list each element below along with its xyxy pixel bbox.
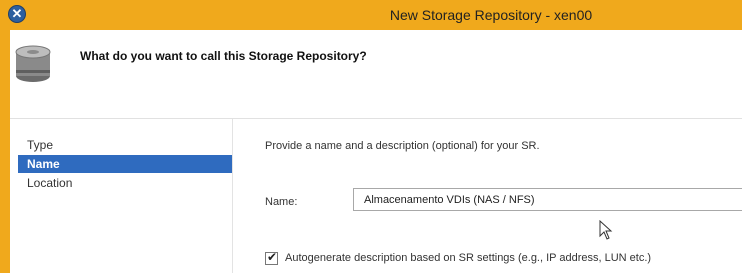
instruction-text: Provide a name and a description (option…	[265, 140, 540, 152]
wizard-header	[10, 30, 742, 119]
step-type[interactable]: Type	[18, 136, 232, 154]
storage-disk-icon	[10, 40, 56, 91]
wizard-question: What do you want to call this Storage Re…	[80, 49, 367, 63]
name-label: Name:	[265, 196, 298, 208]
name-input[interactable]: Almacenamento VDIs (NAS / NFS)	[353, 188, 742, 211]
window-title: New Storage Repository - xen00	[389, 7, 593, 23]
window-border	[0, 30, 10, 273]
step-name[interactable]: Name	[18, 155, 232, 173]
wizard-window: ✕ New Storage Repository - xen00 What do…	[0, 0, 742, 273]
checkmark-icon: ✔	[267, 250, 278, 264]
autogenerate-checkbox[interactable]: ✔	[265, 250, 278, 265]
step-location[interactable]: Location	[18, 174, 232, 192]
wizard-steps-sidebar: Type Name Location	[10, 119, 233, 273]
autogenerate-label[interactable]: Autogenerate description based on SR set…	[285, 252, 651, 264]
wizard-content: Provide a name and a description (option…	[233, 119, 742, 273]
mouse-cursor-icon	[599, 219, 613, 245]
title-bar: ✕ New Storage Repository - xen00	[0, 0, 742, 30]
